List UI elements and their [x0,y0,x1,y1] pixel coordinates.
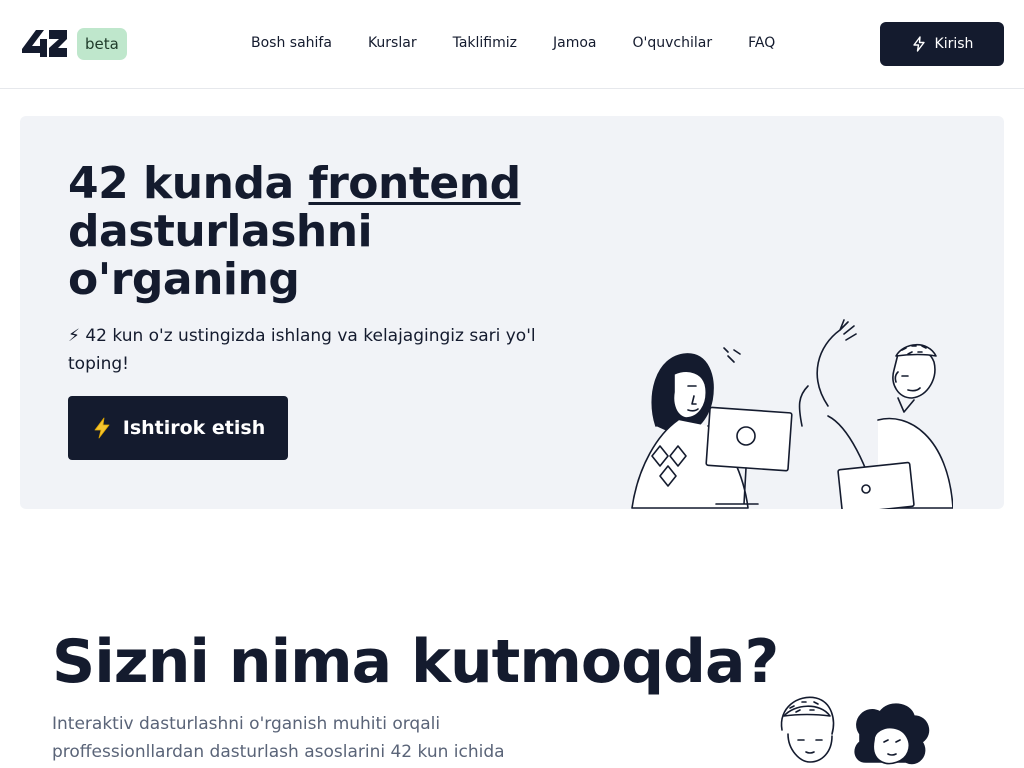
nav-faq[interactable]: FAQ [748,34,775,52]
hero-title-highlight: frontend [308,158,521,209]
join-button[interactable]: Ishtirok etish [68,396,288,460]
join-button-label: Ishtirok etish [122,417,266,439]
site-header: beta Bosh sahifa Kurslar Taklifimiz Jamo… [0,0,1024,89]
nav-students[interactable]: O'quvchilar [632,34,712,52]
nav-home[interactable]: Bosh sahifa [251,34,332,52]
hero-subtitle: ⚡ 42 kun o'z ustingizda ishlang va kelaj… [68,326,536,374]
login-label: Kirish [934,36,974,52]
hero-title-part1: 42 kunda [68,158,309,209]
login-button[interactable]: Kirish [880,22,1004,66]
hero-section: 42 kunda frontend dasturlashni o'rganing… [20,116,1004,509]
nav-courses[interactable]: Kurslar [368,34,417,52]
main-nav: Bosh sahifa Kurslar Taklifimiz Jamoa O'q… [251,34,775,52]
nav-offer[interactable]: Taklifimiz [453,34,517,52]
logo-icon[interactable] [20,27,68,60]
lightning-icon [912,36,925,52]
students-illustration [631,319,953,509]
section-description: Interaktiv dasturlashni o'rganish muhiti… [52,714,505,762]
kids-illustration [780,696,930,765]
lightning-emoji-icon [94,417,110,439]
section-title: Sizni nima kutmoqda? [52,627,779,697]
nav-team[interactable]: Jamoa [553,34,597,52]
hero-title: 42 kunda frontend dasturlashni o'rganing [68,160,588,304]
hero-title-part2: dasturlashni o'rganing [68,206,373,305]
beta-badge: beta [77,28,127,60]
